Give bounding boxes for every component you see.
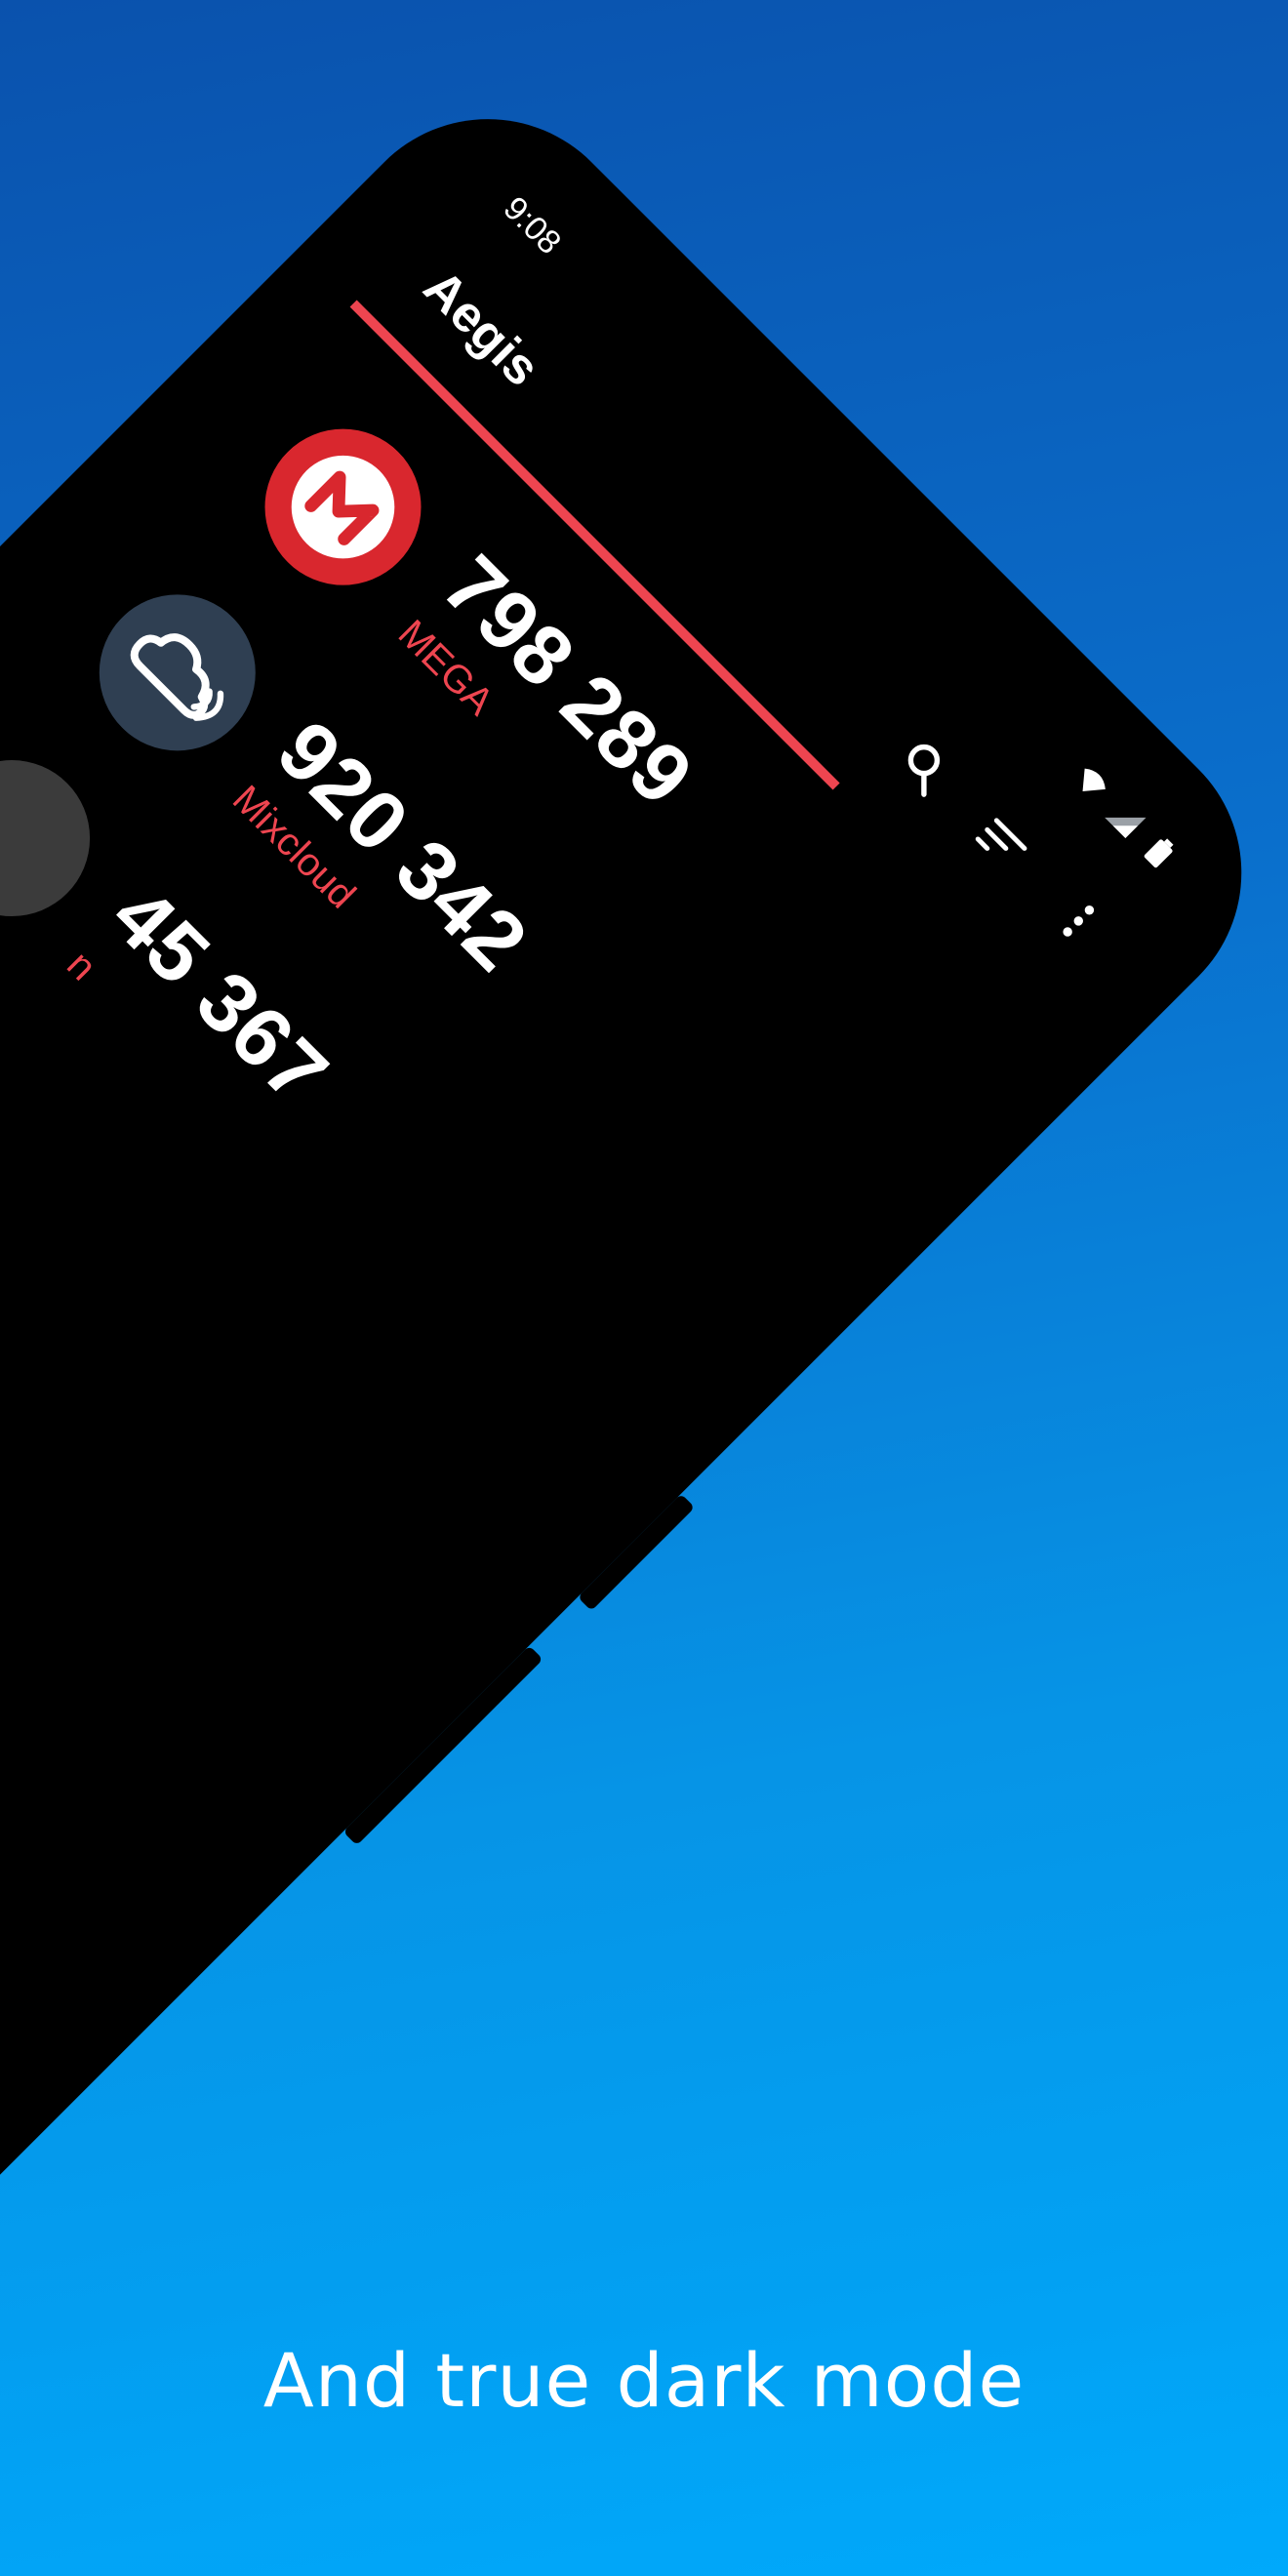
- wifi-icon: [1082, 768, 1106, 791]
- promo-caption: And true dark mode: [262, 2337, 1026, 2424]
- search-icon[interactable]: [887, 729, 961, 803]
- generic-icon: [0, 728, 122, 948]
- mega-logo-icon: [232, 396, 453, 617]
- phone-frame: 9:08 Aegis 798 289 MEGA 920 342 Mixcloud…: [0, 59, 1288, 2576]
- more-vert-icon[interactable]: [1041, 884, 1115, 958]
- phone-screen: 9:08 Aegis 798 289 MEGA 920 342 Mixcloud…: [0, 113, 1247, 2543]
- sort-icon[interactable]: [964, 807, 1038, 881]
- app-bar-actions: [887, 729, 1116, 958]
- status-time: 9:08: [496, 189, 569, 262]
- entry-issuer: n: [59, 943, 105, 989]
- mixcloud-logo-icon: [67, 562, 288, 783]
- battery-icon: [1144, 838, 1174, 868]
- signal-icon: [1105, 817, 1147, 839]
- phone-mockup: 9:08 Aegis 798 289 MEGA 920 342 Mixcloud…: [0, 0, 1288, 2576]
